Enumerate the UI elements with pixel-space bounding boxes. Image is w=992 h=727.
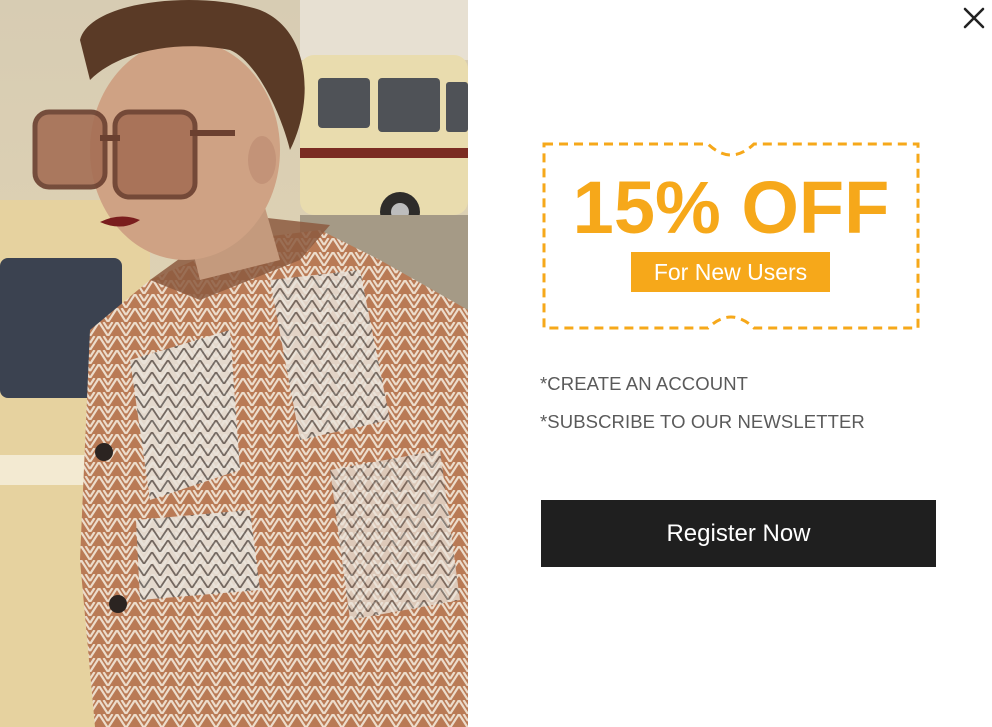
close-button[interactable]	[958, 2, 990, 34]
coupon-card: 15% OFF For New Users	[540, 140, 922, 332]
close-icon	[963, 7, 985, 29]
register-now-button[interactable]: Register Now	[541, 500, 936, 567]
discount-headline: 15% OFF	[572, 166, 890, 249]
new-users-tag: For New Users	[631, 252, 830, 292]
benefit-subscribe-newsletter: *SUBSCRIBE TO OUR NEWSLETTER	[540, 411, 865, 432]
benefit-create-account: *CREATE AN ACCOUNT	[540, 373, 749, 394]
model-photo	[0, 0, 468, 727]
